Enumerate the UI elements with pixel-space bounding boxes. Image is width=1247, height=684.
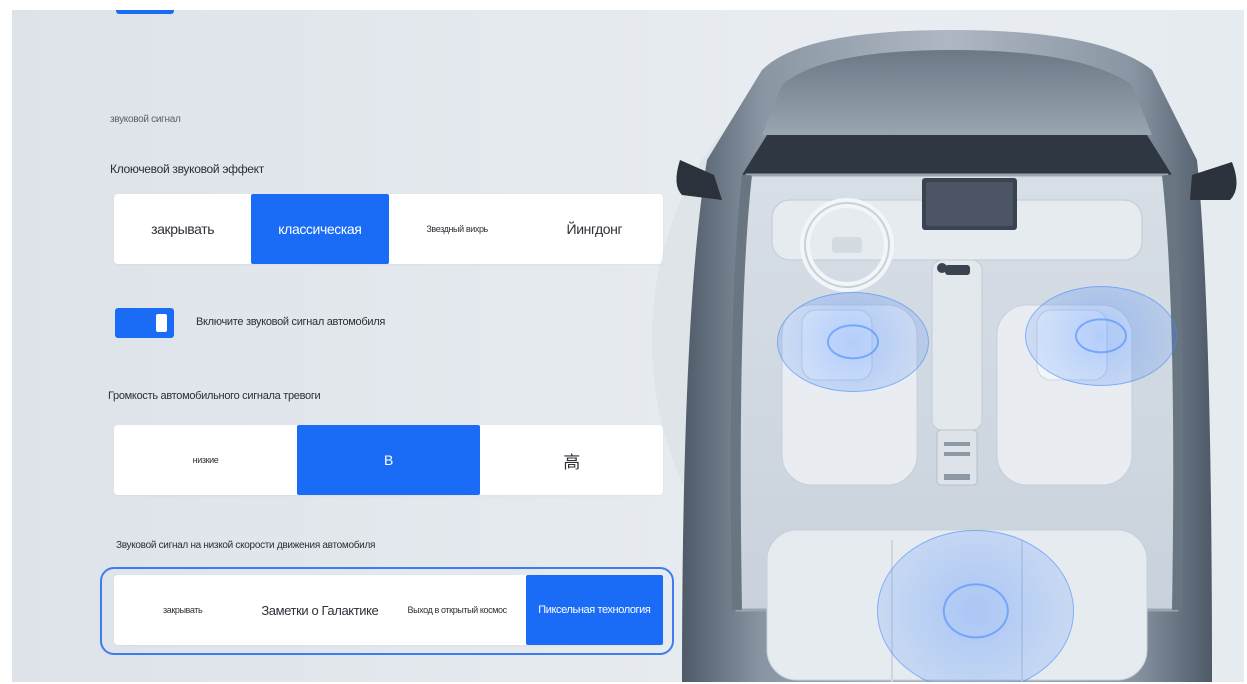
- key-effect-option-yingdong[interactable]: Йингдонг: [526, 194, 663, 264]
- key-effect-option-classic[interactable]: классическая: [251, 194, 389, 264]
- car-sound-toggle-label: Включите звуковой сигнал автомобиля: [196, 316, 385, 328]
- alarm-volume-option-low[interactable]: низкие: [114, 425, 297, 495]
- alarm-volume-label: Громкость автомобильного сигнала тревоги: [108, 390, 321, 402]
- alarm-volume-option-medium[interactable]: В: [297, 425, 480, 495]
- car-sound-toggle[interactable]: [115, 308, 174, 338]
- low-speed-option-space-exit[interactable]: Выход в открытый космос: [389, 575, 526, 645]
- key-effect-label: Клоючевой звуковой эффект: [110, 162, 264, 176]
- car-illustration: [652, 10, 1244, 682]
- key-effect-selector: закрывать классическая Звездный вихрь Йи…: [114, 194, 663, 264]
- speaker-zone-rear: [877, 530, 1074, 682]
- low-speed-option-close[interactable]: закрывать: [114, 575, 251, 645]
- alarm-volume-option-high[interactable]: 高: [480, 425, 663, 495]
- low-speed-option-galaxy-notes[interactable]: Заметки о Галактике: [251, 575, 388, 645]
- toggle-knob: [156, 314, 167, 332]
- key-effect-option-close[interactable]: закрывать: [114, 194, 251, 264]
- speaker-zone-front-left: [777, 292, 929, 392]
- speaker-zone-front-right: [1025, 286, 1177, 386]
- sound-settings-panel: звуковой сигнал Клоючевой звуковой эффек…: [12, 10, 1244, 682]
- low-speed-option-pixel-tech[interactable]: Пиксельная технология: [525, 575, 663, 645]
- scroll-indicator: [116, 10, 174, 14]
- key-effect-option-star-vortex[interactable]: Звездный вихрь: [389, 194, 526, 264]
- low-speed-sound-label: Звуковой сигнал на низкой скорости движе…: [116, 540, 376, 551]
- alarm-volume-selector: низкие В 高: [114, 425, 663, 495]
- section-title: звуковой сигнал: [110, 114, 181, 125]
- low-speed-sound-selector: закрывать Заметки о Галактике Выход в от…: [114, 575, 663, 645]
